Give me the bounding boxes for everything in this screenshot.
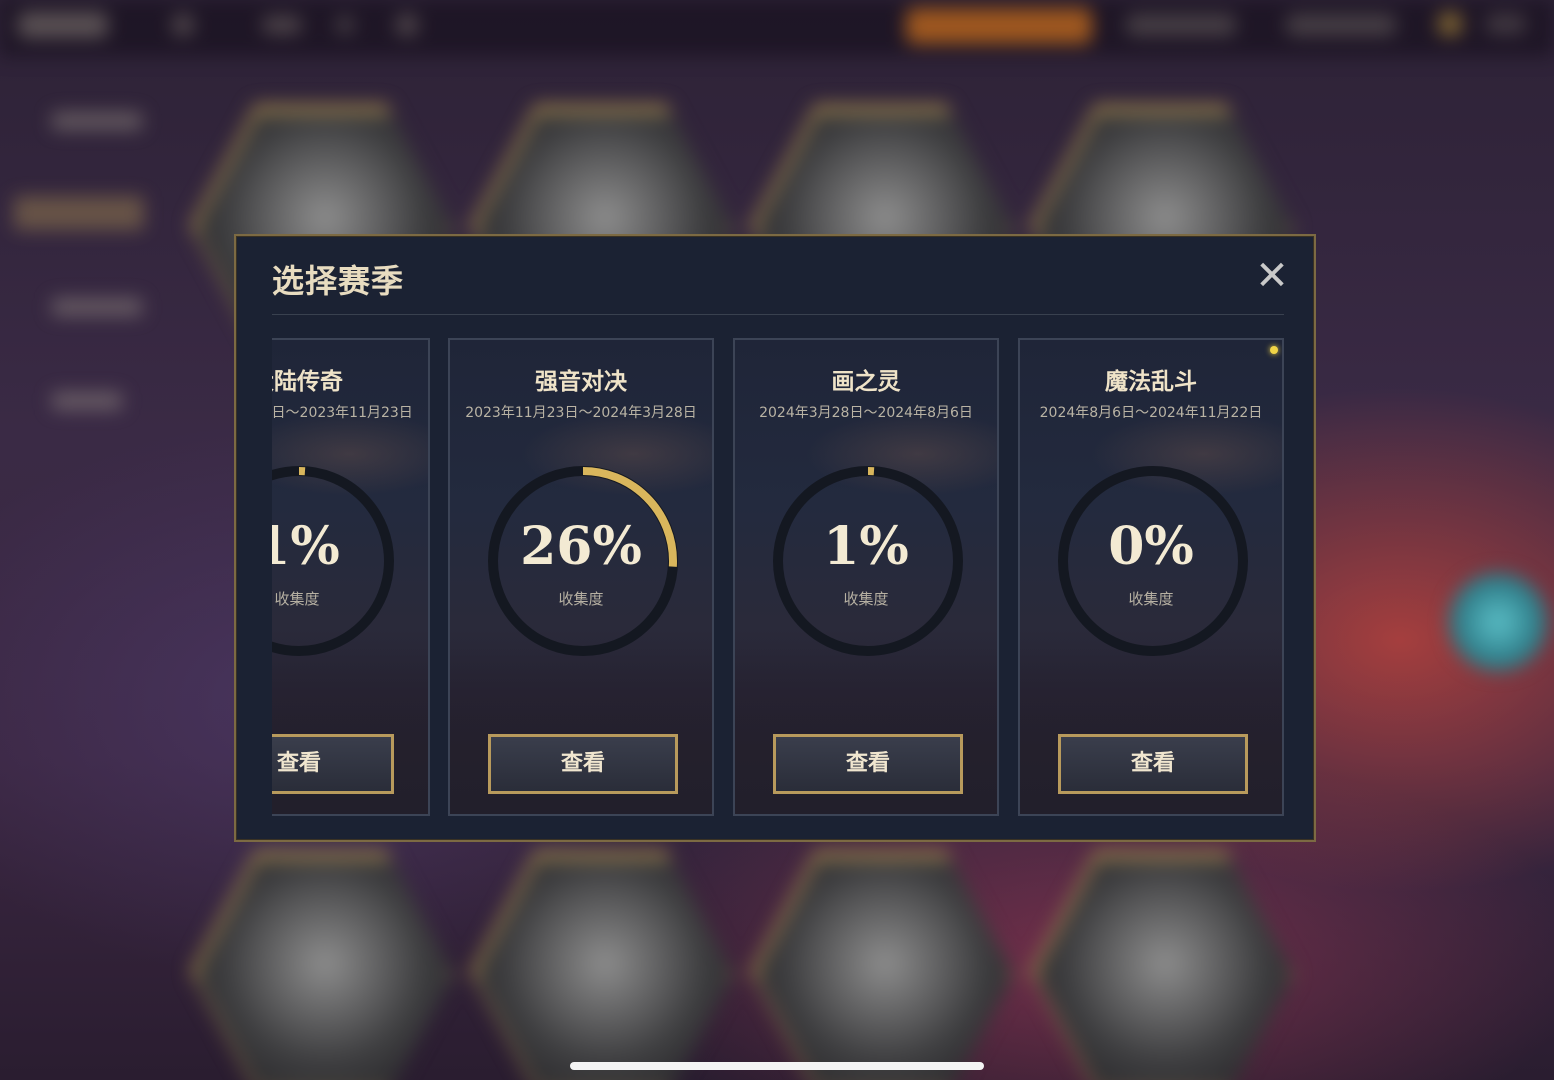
nav-tab [336, 16, 354, 34]
season-select-dialog: 选择赛季 ✕ 大陆传奇 2023年7月14日～2023年11月23日 1% 收集… [234, 234, 1316, 842]
new-indicator-dot [1270, 346, 1278, 354]
event-badge-icon [1448, 572, 1548, 672]
currency-display [1286, 14, 1396, 36]
collection-label: 收集度 [274, 590, 320, 608]
sidebar-item [52, 392, 122, 410]
season-carousel[interactable]: 大陆传奇 2023年7月14日～2023年11月23日 1% 收集度 查看 强音… [272, 338, 1284, 816]
sidebar-item [52, 112, 142, 130]
collection-label: 收集度 [1128, 590, 1174, 608]
season-date-range: 2024年3月28日～2024年8月6日 [759, 405, 973, 421]
view-season-button[interactable]: 查看 [488, 734, 678, 794]
season-date-range: 2023年11月23日～2024年3月28日 [465, 405, 697, 421]
title-divider [272, 314, 1284, 315]
season-name: 画之灵 [831, 369, 901, 395]
season-name: 大陆传奇 [272, 369, 343, 395]
settings-icon [1486, 14, 1526, 34]
collection-label: 收集度 [843, 590, 889, 608]
collection-percent: 0% [1108, 516, 1194, 577]
home-indicator[interactable] [570, 1062, 984, 1070]
sidebar-item [52, 298, 142, 316]
top-navigation-bar [0, 0, 1554, 56]
collection-percent: 26% [520, 516, 642, 577]
home-icon [172, 14, 194, 36]
collection-percent: 1% [823, 516, 909, 577]
currency-banner [906, 8, 1092, 44]
view-season-button[interactable]: 查看 [773, 734, 963, 794]
dialog-title: 选择赛季 [272, 262, 405, 300]
season-date-range: 2024年8月6日～2024年11月22日 [1039, 405, 1263, 421]
season-date-range: 2023年7月14日～2023年11月23日 [272, 405, 413, 421]
sidebar-item-active [14, 196, 144, 230]
game-logo [18, 12, 108, 38]
currency-display [1126, 14, 1236, 36]
season-name: 强音对决 [535, 369, 627, 395]
view-season-button[interactable]: 查看 [1058, 734, 1248, 794]
collection-percent: 1% [272, 516, 340, 577]
season-card[interactable]: 画之灵 2024年3月28日～2024年8月6日 1% 收集度 查看 [733, 338, 999, 816]
season-card[interactable]: 强音对决 2023年11月23日～2024年3月28日 26% 收集度 查看 [448, 338, 714, 816]
notification-icon [1438, 12, 1462, 36]
season-card[interactable]: 魔法乱斗 2024年8月6日～2024年11月22日 0% 收集度 查看 [1018, 338, 1284, 816]
view-season-button[interactable]: 查看 [272, 734, 394, 794]
season-name: 魔法乱斗 [1105, 369, 1197, 395]
collection-label: 收集度 [558, 590, 604, 608]
nav-tab [262, 16, 302, 34]
search-icon [396, 14, 418, 36]
close-icon[interactable]: ✕ [1252, 256, 1292, 296]
season-card[interactable]: 大陆传奇 2023年7月14日～2023年11月23日 1% 收集度 查看 [272, 338, 430, 816]
